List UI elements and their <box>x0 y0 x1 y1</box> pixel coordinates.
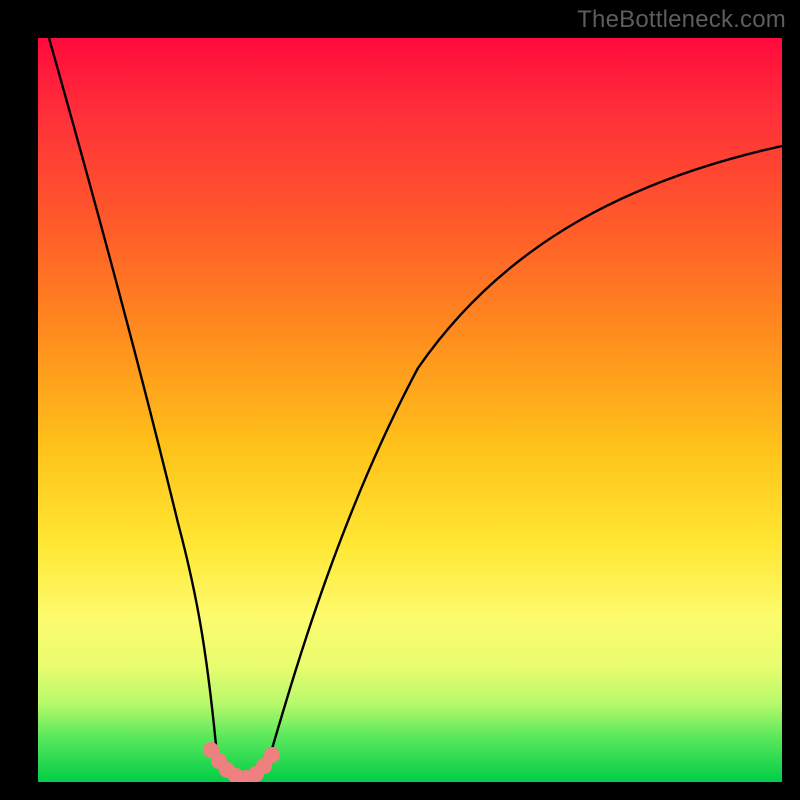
watermark-text: TheBottleneck.com <box>577 6 786 34</box>
chart-stage: TheBottleneck.com <box>0 0 800 800</box>
right-curve <box>269 146 782 759</box>
valley-pink-segment <box>206 745 277 782</box>
plot-area <box>38 38 782 782</box>
left-curve <box>49 38 218 766</box>
curves-layer <box>38 38 782 782</box>
